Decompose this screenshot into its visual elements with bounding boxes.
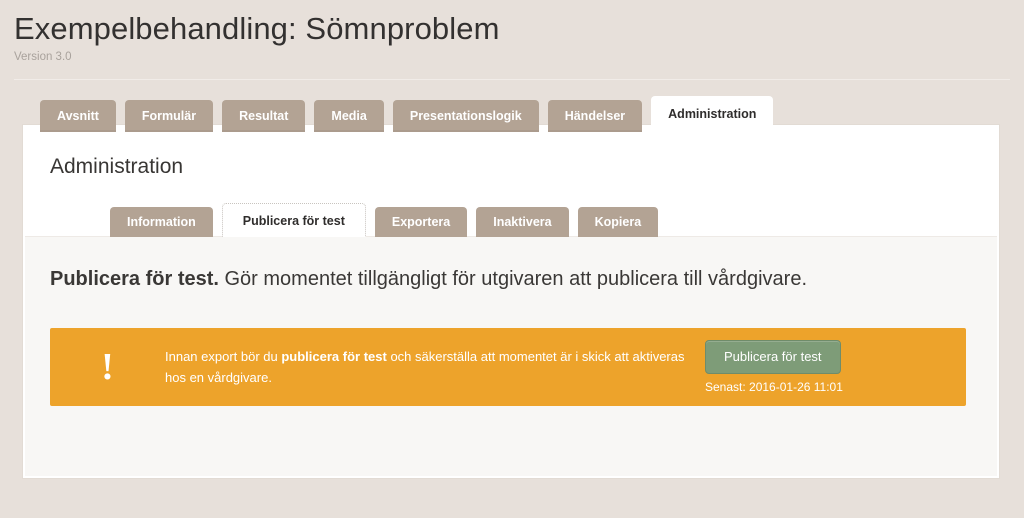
alert-action-area: Publicera för test Senast: 2016-01-26 11…	[699, 339, 927, 395]
publish-warning-alert: ! Innan export bör du publicera för test…	[50, 328, 966, 406]
version-label: Version 3.0	[14, 51, 72, 63]
lead-rest: Gör momentet tillgängligt för utgivaren …	[218, 268, 807, 290]
card-inner: Administration Information Publicera för…	[25, 127, 997, 476]
exclamation-icon: !	[101, 346, 114, 388]
lead-paragraph: Publicera för test. Gör momentet tillgän…	[25, 237, 997, 292]
publish-for-test-button[interactable]: Publicera för test	[705, 339, 841, 374]
header-divider	[14, 79, 1010, 80]
subtabstrip: Information Publicera för test Exportera…	[110, 203, 659, 238]
tab-media[interactable]: Media	[314, 100, 384, 132]
tab-resultat[interactable]: Resultat	[222, 100, 306, 132]
panel-body: Publicera för test. Gör momentet tillgän…	[25, 237, 997, 476]
subtab-information[interactable]: Information	[110, 207, 213, 237]
tab-presentationslogik[interactable]: Presentationslogik	[392, 100, 539, 132]
tab-administration[interactable]: Administration	[651, 96, 774, 132]
primary-tabstrip: Avsnitt Formulär Resultat Media Presenta…	[40, 96, 774, 132]
alert-text-bold: publicera för test	[281, 349, 387, 364]
subtab-publicera-for-test[interactable]: Publicera för test	[221, 203, 366, 238]
tab-formular[interactable]: Formulär	[124, 100, 214, 132]
alert-text-part1: Innan export bör du	[165, 349, 282, 364]
page-title: Exempelbehandling: Sömnproblem	[14, 11, 500, 46]
lead-bold: Publicera för test.	[50, 268, 219, 290]
subtab-exportera[interactable]: Exportera	[374, 207, 468, 237]
alert-message: Innan export bör du publicera för test o…	[165, 346, 699, 388]
card-title: Administration	[50, 155, 184, 178]
subtab-inaktivera[interactable]: Inaktivera	[476, 207, 569, 237]
subtab-row: Information Publicera för test Exportera…	[25, 203, 997, 238]
subtab-kopiera[interactable]: Kopiera	[577, 207, 659, 237]
tab-handelser[interactable]: Händelser	[547, 100, 643, 132]
last-published-timestamp: Senast: 2016-01-26 11:01	[705, 379, 843, 394]
administration-card: Administration Information Publicera för…	[22, 124, 1000, 479]
page-header: Exempelbehandling: Sömnproblem Version 3…	[0, 0, 1024, 64]
tab-avsnitt[interactable]: Avsnitt	[40, 100, 116, 132]
